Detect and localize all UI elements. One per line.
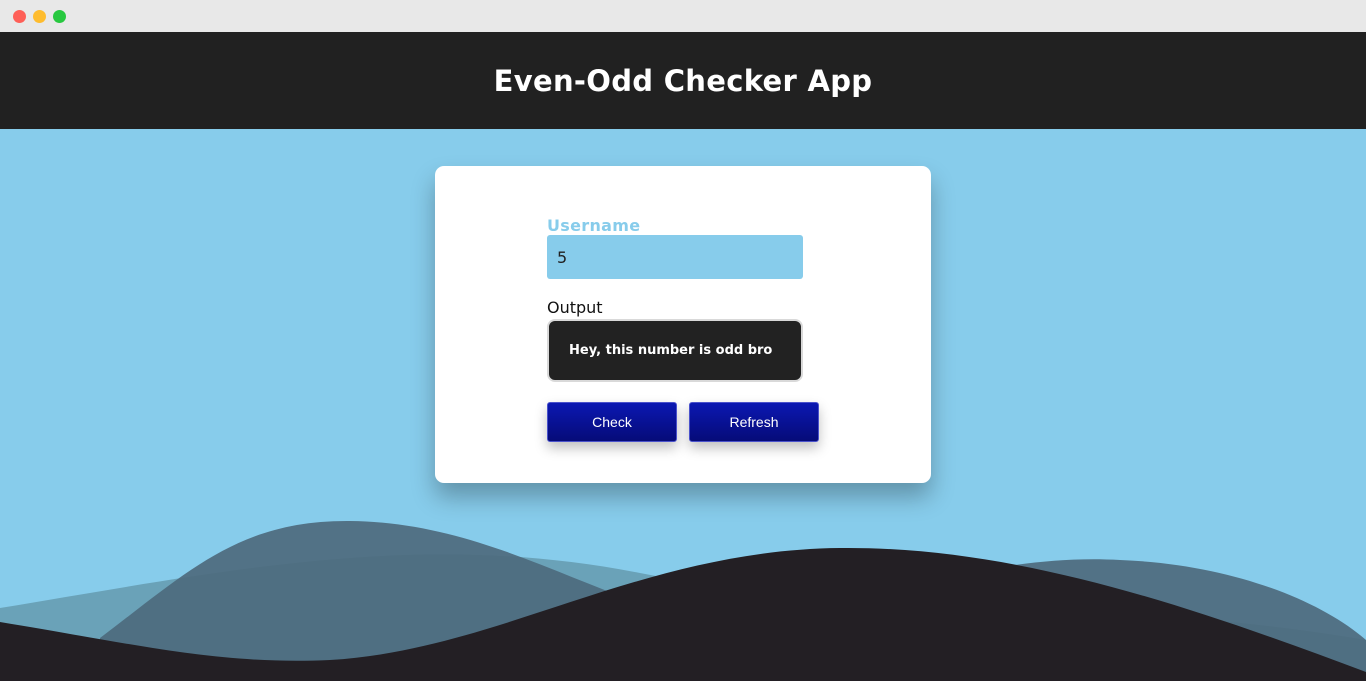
output-text: Hey, this number is odd bro xyxy=(569,343,773,358)
app-window: Even-Odd Checker App Username Output Hey… xyxy=(0,0,1366,681)
minimize-window-icon[interactable] xyxy=(33,10,46,23)
number-input[interactable] xyxy=(547,235,803,279)
output-label: Output xyxy=(547,298,603,317)
input-label: Username xyxy=(547,216,641,235)
maximize-window-icon[interactable] xyxy=(53,10,66,23)
background-waves xyxy=(0,520,1366,681)
output-box: Hey, this number is odd bro xyxy=(547,319,803,382)
refresh-button[interactable]: Refresh xyxy=(689,402,819,442)
app-header: Even-Odd Checker App xyxy=(0,32,1366,129)
close-window-icon[interactable] xyxy=(13,10,26,23)
window-titlebar xyxy=(0,0,1366,32)
page-title: Even-Odd Checker App xyxy=(493,63,873,98)
checker-card: Username Output Hey, this number is odd … xyxy=(435,166,931,483)
check-button[interactable]: Check xyxy=(547,402,677,442)
